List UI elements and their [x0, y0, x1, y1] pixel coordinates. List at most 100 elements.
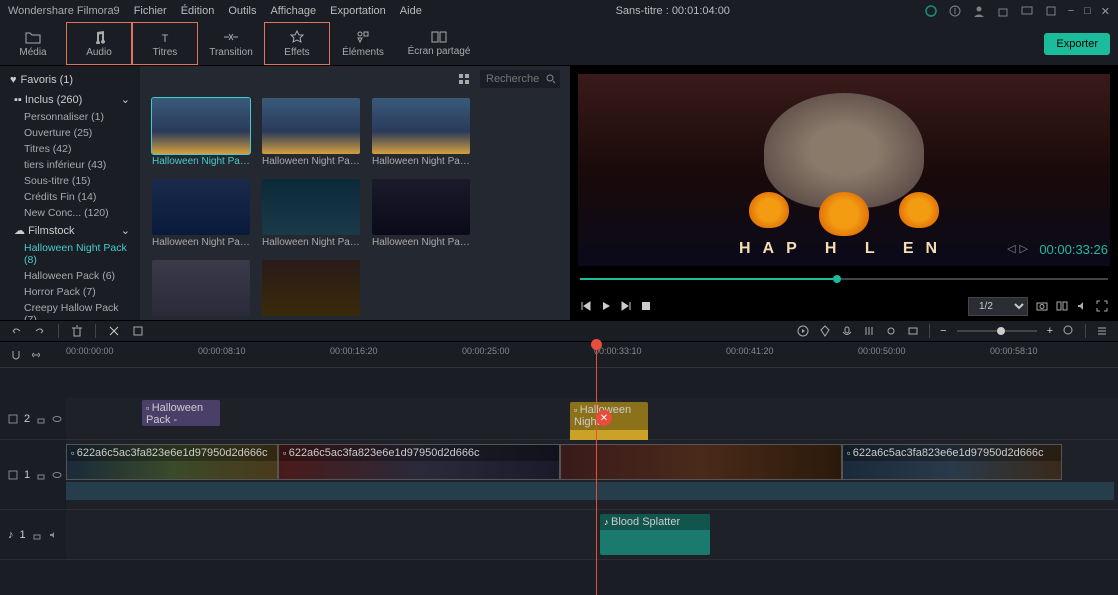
- timeline: 00:00:00:0000:00:08:1000:00:16:2000:00:2…: [0, 342, 1118, 595]
- asset-card[interactable]: [152, 260, 250, 316]
- prev-marker-button[interactable]: ◁: [1007, 242, 1015, 255]
- preview-viewport[interactable]: HAP H L EN: [578, 74, 1110, 266]
- voiceover-icon[interactable]: [841, 325, 853, 337]
- sidebar-item[interactable]: tiers inférieur (43): [0, 157, 140, 173]
- next-marker-button[interactable]: ▷: [1020, 242, 1028, 255]
- asset-panel: Halloween Night Pack ... Halloween Night…: [140, 66, 570, 320]
- magnet-icon[interactable]: [10, 349, 22, 361]
- zoom-out-button[interactable]: −: [940, 325, 946, 337]
- menu-file[interactable]: Fichier: [134, 5, 167, 17]
- mute-icon[interactable]: [48, 530, 58, 540]
- play-button[interactable]: [600, 300, 612, 312]
- grid-view-icon[interactable]: [458, 73, 470, 85]
- track-title-2: 2 ▫ Halloween Pack - ▫ Halloween Night✕: [0, 398, 1118, 440]
- sidebar-item-selected[interactable]: Halloween Night Pack (8): [0, 240, 140, 268]
- visibility-icon[interactable]: [52, 470, 62, 480]
- sidebar-item[interactable]: Personnaliser (1): [0, 109, 140, 125]
- zoom-select[interactable]: 1/2: [968, 297, 1028, 316]
- render-icon[interactable]: [797, 325, 809, 337]
- asset-card[interactable]: Halloween Night Pack ...: [372, 98, 470, 167]
- manage-tracks-icon[interactable]: [1096, 325, 1108, 337]
- audio-waveform[interactable]: [66, 482, 1114, 500]
- asset-card[interactable]: Halloween Night Pack ...: [152, 179, 250, 248]
- settings-icon[interactable]: [885, 325, 897, 337]
- ruler-mark: 00:00:16:20: [330, 346, 378, 356]
- expand-icon[interactable]: [1044, 4, 1058, 18]
- minimize-button[interactable]: −: [1068, 5, 1074, 17]
- split-button[interactable]: [108, 325, 120, 337]
- tab-titles[interactable]: T Titres: [132, 22, 198, 65]
- next-frame-button[interactable]: [620, 300, 632, 312]
- menu-export[interactable]: Exportation: [330, 5, 386, 17]
- title-clip[interactable]: ▫ Halloween Night✕: [570, 402, 648, 442]
- menu-tools[interactable]: Outils: [228, 5, 256, 17]
- message-icon[interactable]: [1020, 4, 1034, 18]
- visibility-icon[interactable]: [52, 414, 62, 424]
- close-button[interactable]: ✕: [1101, 5, 1110, 18]
- link-icon[interactable]: [30, 349, 42, 361]
- sidebar-item[interactable]: Halloween Pack (6): [0, 268, 140, 284]
- user-icon[interactable]: [972, 4, 986, 18]
- sidebar-item[interactable]: Titres (42): [0, 141, 140, 157]
- menu-view[interactable]: Affichage: [270, 5, 316, 17]
- zoom-in-button[interactable]: +: [1047, 325, 1053, 337]
- menu-edit[interactable]: Édition: [181, 5, 215, 17]
- close-icon[interactable]: ✕: [596, 410, 612, 426]
- category-filmstock[interactable]: ☁ Filmstock⌄: [0, 221, 140, 240]
- video-clip[interactable]: ▫ 622a6c5ac3fa823e6e1d97950d2d666c: [66, 444, 278, 480]
- asset-card[interactable]: Halloween Night Pack ...: [152, 98, 250, 167]
- tab-audio[interactable]: Audio: [66, 22, 132, 65]
- scrub-bar[interactable]: [580, 270, 1108, 288]
- redo-button[interactable]: [34, 325, 46, 337]
- export-button[interactable]: Exporter: [1044, 33, 1110, 55]
- shop-icon[interactable]: [996, 4, 1010, 18]
- video-clip[interactable]: [560, 444, 842, 480]
- video-clip[interactable]: ▫ 622a6c5ac3fa823e6e1d97950d2d666c: [842, 444, 1062, 480]
- asset-card[interactable]: Halloween Night Pack ...: [262, 98, 360, 167]
- favorites-header[interactable]: ♥ Favoris (1): [0, 70, 140, 90]
- lock-icon[interactable]: [36, 470, 46, 480]
- record-icon[interactable]: [907, 325, 919, 337]
- tab-elements[interactable]: Éléments: [330, 22, 396, 65]
- sidebar-item[interactable]: Creepy Hallow Pack (7): [0, 300, 140, 320]
- video-clip[interactable]: ▫ 622a6c5ac3fa823e6e1d97950d2d666c: [278, 444, 560, 480]
- marker-icon[interactable]: [819, 325, 831, 337]
- asset-card[interactable]: [262, 260, 360, 316]
- title-clip[interactable]: ▫ Halloween Pack -: [142, 400, 220, 426]
- info-icon[interactable]: i: [948, 4, 962, 18]
- fullscreen-icon[interactable]: [1096, 300, 1108, 312]
- sidebar-item[interactable]: Horror Pack (7): [0, 284, 140, 300]
- mixer-icon[interactable]: [863, 325, 875, 337]
- volume-icon[interactable]: [1076, 300, 1088, 312]
- playhead[interactable]: [596, 342, 597, 595]
- undo-button[interactable]: [10, 325, 22, 337]
- lock-icon[interactable]: [36, 414, 46, 424]
- audio-clip[interactable]: ♪ Blood Splatter: [600, 514, 710, 555]
- sync-icon[interactable]: [924, 4, 938, 18]
- asset-card[interactable]: Halloween Night Pack ...: [262, 179, 360, 248]
- category-included[interactable]: ▪▪ Inclus (260)⌄: [0, 90, 140, 109]
- asset-card[interactable]: Halloween Night Pack ...: [372, 179, 470, 248]
- menu-help[interactable]: Aide: [400, 5, 422, 17]
- timeline-ruler[interactable]: 00:00:00:0000:00:08:1000:00:16:2000:00:2…: [0, 342, 1118, 368]
- project-title: Sans-titre : 00:01:04:00: [436, 5, 910, 17]
- prev-frame-button[interactable]: [580, 300, 592, 312]
- delete-button[interactable]: [71, 325, 83, 337]
- snapshot-icon[interactable]: [1036, 300, 1048, 312]
- tab-splitscreen[interactable]: Écran partagé: [396, 22, 482, 65]
- maximize-button[interactable]: □: [1084, 5, 1091, 17]
- tab-effects[interactable]: Effets: [264, 22, 330, 65]
- lock-icon[interactable]: [32, 530, 42, 540]
- sidebar-item[interactable]: Crédits Fin (14): [0, 189, 140, 205]
- stop-button[interactable]: [640, 300, 652, 312]
- compare-icon[interactable]: [1056, 300, 1068, 312]
- sidebar-item[interactable]: Sous-titre (15): [0, 173, 140, 189]
- asset-grid: Halloween Night Pack ... Halloween Night…: [140, 92, 570, 320]
- zoom-fit-icon[interactable]: [1063, 325, 1075, 337]
- sidebar-item[interactable]: New Conc... (120): [0, 205, 140, 221]
- sidebar-item[interactable]: Ouverture (25): [0, 125, 140, 141]
- tab-transition[interactable]: Transition: [198, 22, 264, 65]
- tab-media[interactable]: Média: [0, 22, 66, 65]
- crop-button[interactable]: [132, 325, 144, 337]
- zoom-slider[interactable]: [957, 330, 1037, 332]
